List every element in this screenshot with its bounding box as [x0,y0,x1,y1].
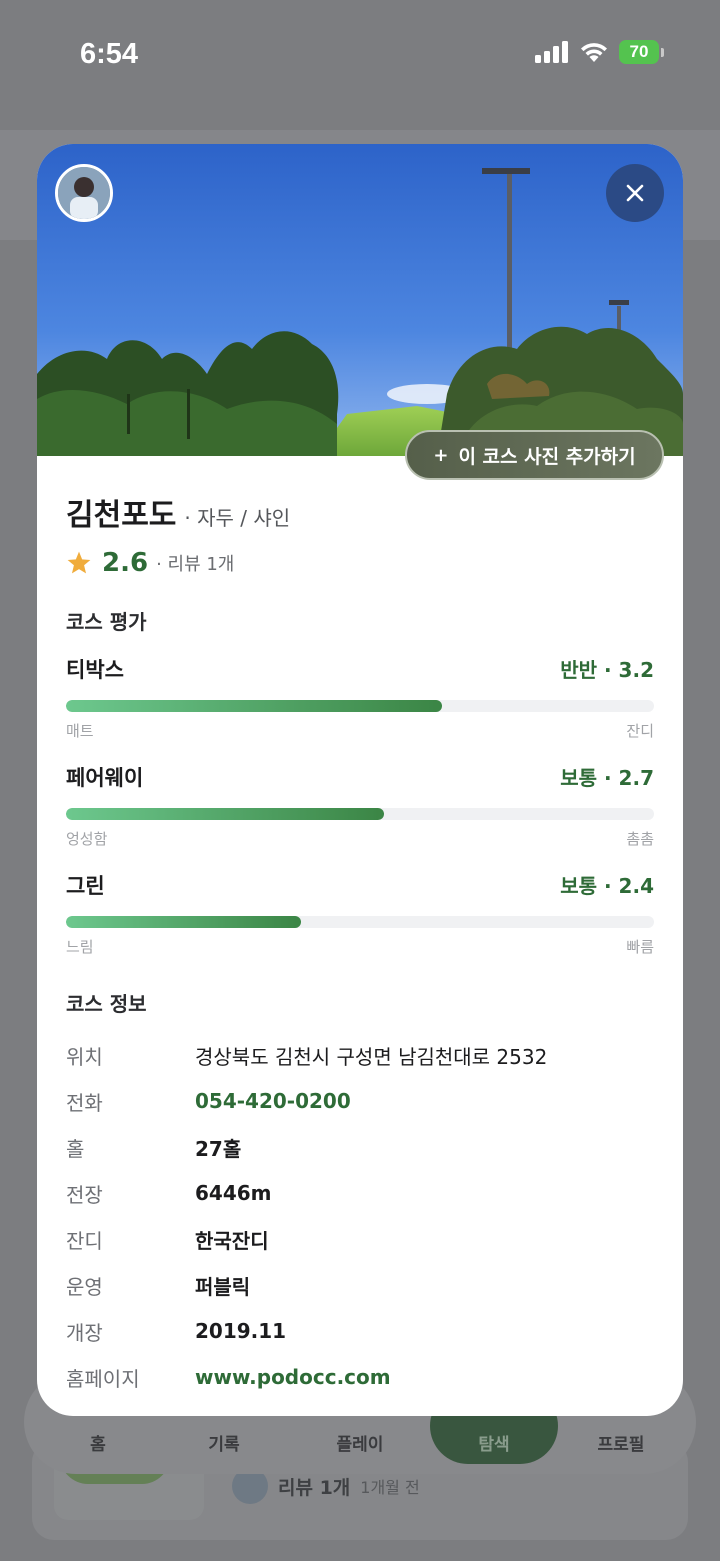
user-avatar[interactable] [55,164,113,222]
info-key: 전장 [66,1182,103,1207]
info-row-holes: 홀 27홀 [66,1124,656,1170]
add-course-photo-button[interactable]: + 이 코스 사진 추가하기 [405,430,664,480]
tab-home[interactable]: 홈 [58,1430,138,1455]
info-row-opened: 개장 2019.11 [66,1308,656,1354]
course-header: 김천포도 · 자두 / 샤인 2.6 · 리뷰 1개 [66,490,656,578]
background-review-count: 리뷰 1개 [278,1476,351,1499]
evaluation-green: 그린 보통 · 2.4 느림 빠름 [66,870,654,957]
info-row-homepage: 홈페이지 www.podocc.com [66,1354,656,1400]
info-value-holes: 27홀 [195,1136,242,1161]
evaluation-section-title: 코스 평가 [66,610,147,634]
info-row-operation: 운영 퍼블릭 [66,1262,656,1308]
background-review-time: 1개월 전 [360,1478,420,1497]
evaluation-bar-fill [66,700,443,712]
evaluation-score: 반반 · 3.2 [560,658,654,682]
signal-icon [535,41,568,63]
battery-tip [661,47,664,57]
course-name: 김천포도 [66,498,177,533]
wifi-icon [581,43,607,62]
status-time: 6:54 [80,38,139,70]
evaluation-score: 보통 · 2.4 [560,874,654,898]
info-row-phone: 전화 054-420-0200 [66,1078,656,1124]
info-key: 개장 [66,1320,103,1345]
course-detail-modal: + 이 코스 사진 추가하기 김천포도 · 자두 / 샤인 2.6 · 리뷰 1… [37,144,683,1416]
star-icon [67,551,91,574]
rating-value: 2.6 [102,548,149,578]
phone-link[interactable]: 054-420-0200 [195,1089,351,1113]
info-key: 운영 [66,1274,103,1299]
avatar-image [58,167,110,219]
course-info-list: 위치 경상북도 김천시 구성면 남김천대로 2532 전화 054-420-02… [66,1032,656,1400]
evaluation-fairway: 페어웨이 보통 · 2.7 엉성함 촘촘 [66,762,654,849]
info-value-opened: 2019.11 [195,1319,287,1343]
info-key: 홀 [66,1136,85,1161]
tab-records[interactable]: 기록 [184,1430,264,1455]
info-row-turf: 잔디 한국잔디 [66,1216,656,1262]
plus-icon: + [433,444,449,466]
evaluation-min-label: 느림 [66,938,94,956]
info-key: 홈페이지 [66,1366,140,1391]
evaluation-bar [66,700,654,712]
info-value-turf: 한국잔디 [195,1228,269,1253]
evaluation-bar-fill [66,808,384,820]
review-count: · 리뷰 1개 [156,554,235,575]
tab-explore[interactable]: 탐색 [454,1430,534,1455]
homepage-link[interactable]: www.podocc.com [195,1365,391,1389]
battery-icon: 70 [619,40,664,64]
evaluation-max-label: 촘촘 [626,830,654,848]
evaluation-teebox: 티박스 반반 · 3.2 매트 잔디 [66,654,654,741]
info-key: 잔디 [66,1228,103,1253]
add-course-photo-label: 이 코스 사진 추가하기 [458,445,636,468]
evaluation-label: 티박스 [66,658,124,682]
course-rating-row: 2.6 · 리뷰 1개 [66,548,656,578]
course-photo [37,144,683,456]
info-value-length: 6446m [195,1181,272,1205]
evaluation-bar [66,916,654,928]
info-row-length: 전장 6446m [66,1170,656,1216]
evaluation-bar-fill [66,916,302,928]
evaluation-bar [66,808,654,820]
evaluation-max-label: 잔디 [626,722,654,740]
evaluation-min-label: 매트 [66,722,94,740]
info-section-title: 코스 정보 [66,992,147,1016]
info-value-operation: 퍼블릭 [195,1274,251,1299]
status-bar: 6:54 70 [0,0,720,100]
close-button[interactable] [606,164,664,222]
evaluation-max-label: 빠름 [626,938,654,956]
tab-play[interactable]: 플레이 [320,1430,400,1455]
course-title-row: 김천포도 · 자두 / 샤인 [66,490,656,534]
evaluation-min-label: 엉성함 [66,830,108,848]
info-value-location: 경상북도 김천시 구성면 남김천대로 2532 [195,1044,548,1069]
evaluation-label: 그린 [66,874,105,898]
evaluation-label: 페어웨이 [66,766,144,790]
close-icon [626,184,644,202]
status-icons: 70 [535,40,664,64]
tab-profile[interactable]: 프로필 [581,1430,661,1455]
info-key: 전화 [66,1090,103,1115]
info-key: 위치 [66,1044,103,1069]
course-photo-image [37,144,683,456]
evaluation-score: 보통 · 2.7 [560,766,654,790]
battery-level: 70 [619,40,659,64]
course-subcourses: · 자두 / 샤인 [184,506,291,530]
info-row-location: 위치 경상북도 김천시 구성면 남김천대로 2532 [66,1032,656,1078]
